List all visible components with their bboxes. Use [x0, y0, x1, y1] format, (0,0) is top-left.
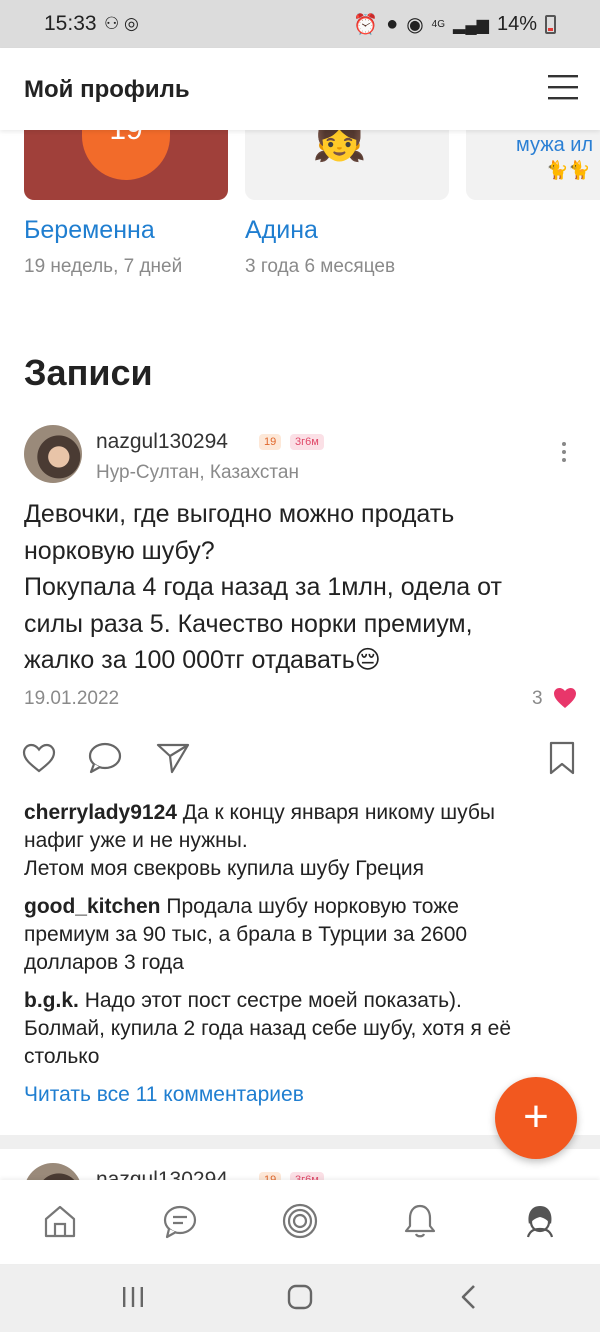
section-title: Записи	[24, 352, 153, 393]
home-button-icon[interactable]	[287, 1284, 313, 1310]
comment-author[interactable]: b.g.k.	[24, 989, 79, 1012]
comment-text: Продала шубу норковую тоже	[166, 895, 459, 918]
app-header: Мой профиль	[0, 48, 600, 130]
battery-icon	[545, 15, 556, 34]
like-icon[interactable]	[21, 740, 57, 776]
comment-author[interactable]: good_kitchen	[24, 895, 161, 918]
notification-icons: ⚇ ◎	[104, 14, 139, 33]
bottom-nav	[0, 1180, 600, 1264]
alarm-icon: ⏰	[353, 14, 379, 36]
comment-icon[interactable]	[87, 740, 123, 776]
network-label: 4G	[431, 18, 446, 30]
system-nav	[0, 1264, 600, 1332]
tag-child-age: 3г6м	[290, 434, 324, 450]
child-card-third-text: мужа ил	[516, 134, 594, 156]
comment-author[interactable]: cherrylady9124	[24, 801, 177, 824]
avatar[interactable]	[24, 425, 82, 483]
comment-item: b.g.k. Надо этот пост сестре моей показа…	[24, 987, 584, 1071]
comment-text: Надо этот пост сестре моей показать).	[84, 989, 462, 1012]
child-name-adina[interactable]: Адина	[245, 216, 318, 245]
share-icon[interactable]	[155, 740, 191, 776]
child-card-pregnancy[interactable]: 19	[24, 130, 228, 200]
comment-text: Летом моя свекровь купила шубу Греция	[24, 857, 424, 880]
comment-text: Болмай, купила 2 года назад себе шубу, х…	[24, 1017, 512, 1040]
bookmark-icon[interactable]	[544, 740, 580, 776]
location-icon: ●	[386, 13, 399, 35]
post-date: 19.01.2022	[24, 688, 120, 709]
status-right: ⏰ ● ◉ 4G ▂▄▆ 14%	[353, 12, 556, 37]
post-username[interactable]: nazgul130294	[96, 430, 228, 454]
chat-icon[interactable]	[161, 1202, 199, 1240]
post-text-line: норковую шубу?	[24, 536, 215, 565]
heart-filled-icon	[554, 688, 576, 708]
week-badge: 19	[82, 130, 170, 180]
post-text-line: Покупала 4 года назад за 1млн, одела от	[24, 573, 502, 601]
post-text-line: Девочки, где выгодно можно продать	[24, 500, 455, 528]
battery-percent: 14%	[496, 13, 537, 35]
post-text-line: силы раза 5. Качество норки премиум,	[24, 609, 473, 638]
tag-pregnancy-week: 19	[259, 434, 282, 450]
bell-icon[interactable]	[401, 1202, 439, 1240]
post-text-line: жалко за 100 000тг отдавать😔	[24, 646, 381, 674]
comment-text: нафиг уже и не нужны.	[24, 829, 248, 852]
status-time: 15:33	[44, 12, 97, 35]
likes-count: 3	[532, 688, 543, 709]
signal-icon: ▂▄▆	[453, 16, 489, 34]
cat-emoji: 🐈🐈	[546, 160, 591, 180]
add-post-button[interactable]: +	[495, 1077, 577, 1159]
comment-item: good_kitchen Продала шубу норковую тоже …	[24, 893, 584, 977]
comment-text: премиум за 90 тыс, а брала в Турции за 2…	[24, 923, 468, 946]
target-icon[interactable]	[281, 1202, 319, 1240]
child-name-pregnancy[interactable]: Беременна	[24, 216, 155, 245]
child-sub-adina: 3 года 6 месяцев	[245, 256, 396, 277]
home-icon[interactable]	[41, 1202, 79, 1240]
more-options-icon[interactable]	[562, 442, 568, 466]
comment-text: долларов 3 года	[24, 951, 184, 974]
post-text: Девочки, где выгодно можно продать норко…	[24, 496, 584, 679]
recent-apps-icon[interactable]	[120, 1284, 146, 1310]
comment-item: cherrylady9124 Да к концу января никому …	[24, 799, 584, 883]
status-bar: 15:33 ⚇ ◎ ⏰ ● ◉ 4G ▂▄▆ 14%	[0, 0, 600, 48]
read-all-comments-link[interactable]: Читать все 11 комментариев	[24, 1083, 304, 1107]
child-sub-pregnancy: 19 недель, 7 дней	[24, 256, 183, 277]
profile-icon[interactable]	[521, 1202, 559, 1240]
post-location: Нур-Султан, Казахстан	[96, 462, 299, 483]
hotspot-icon: ◉	[406, 14, 424, 36]
page-title: Мой профиль	[24, 76, 190, 103]
back-icon[interactable]	[458, 1284, 480, 1310]
menu-icon[interactable]	[548, 74, 578, 100]
comment-text: Да к концу января никому шубы	[182, 801, 495, 824]
comment-text: столько	[24, 1045, 100, 1068]
